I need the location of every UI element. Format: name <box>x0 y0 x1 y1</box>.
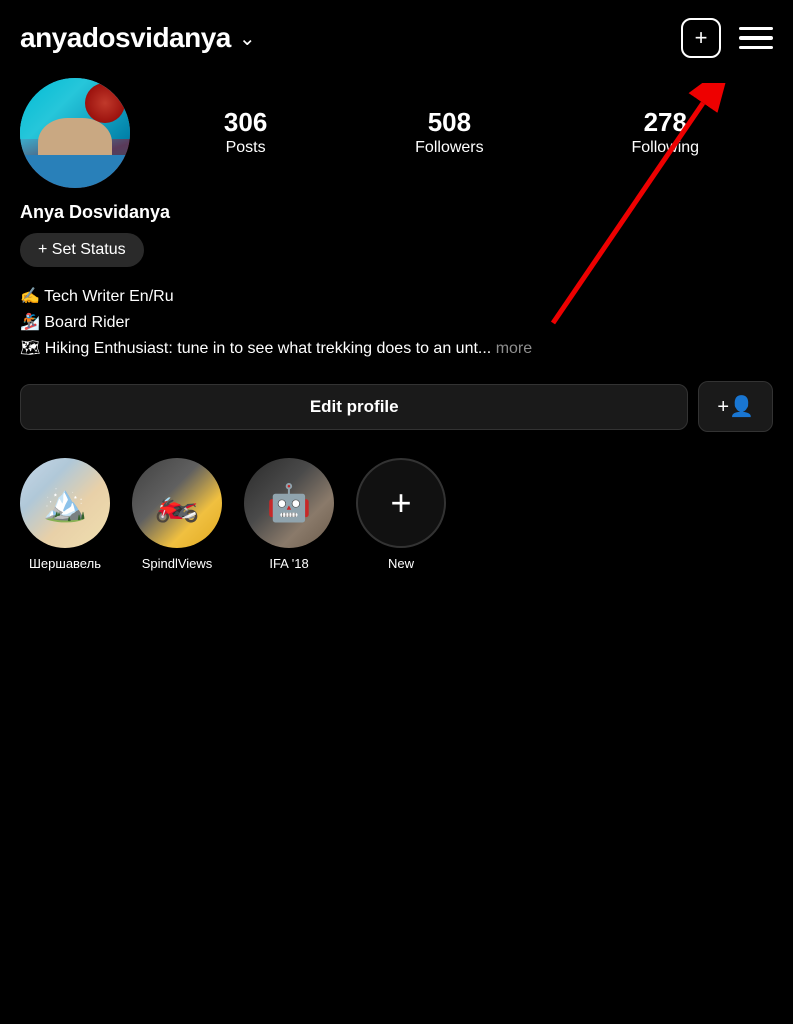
stats-container: 306 Posts 508 Followers 278 Following <box>150 109 773 157</box>
highlight-new[interactable]: + New <box>356 458 446 571</box>
add-post-icon[interactable]: + <box>681 18 721 58</box>
highlights-section: Шершавель SpindlViews IFA '18 + New <box>0 448 793 581</box>
highlight-label-shershavel: Шершавель <box>29 556 101 571</box>
highlight-circle-spindl <box>132 458 222 548</box>
bio-section: ✍️ Tech Writer En/Ru 🏂 Board Rider 🗺 Hik… <box>0 273 793 361</box>
posts-count: 306 <box>224 109 267 135</box>
bio-line-2: 🏂 Board Rider <box>20 311 773 335</box>
highlight-label-ifa: IFA '18 <box>269 556 308 571</box>
followers-stat[interactable]: 508 Followers <box>415 109 483 157</box>
followers-count: 508 <box>428 109 471 135</box>
highlight-ifa[interactable]: IFA '18 <box>244 458 334 571</box>
highlight-shershavel[interactable]: Шершавель <box>20 458 110 571</box>
header: anyadosvidanya ⌄ + <box>0 0 793 68</box>
username[interactable]: anyadosvidanya <box>20 22 231 54</box>
add-person-button[interactable]: +👤 <box>698 381 773 432</box>
highlight-circle-ifa <box>244 458 334 548</box>
avatar[interactable] <box>20 78 130 188</box>
header-icons: + <box>681 18 773 58</box>
bio-more-link[interactable]: more <box>496 340 532 357</box>
edit-profile-button[interactable]: Edit profile <box>20 384 688 430</box>
posts-stat[interactable]: 306 Posts <box>224 109 267 157</box>
following-count: 278 <box>644 109 687 135</box>
bio-line-1: ✍️ Tech Writer En/Ru <box>20 285 773 309</box>
chevron-down-icon[interactable]: ⌄ <box>239 26 256 51</box>
header-left: anyadosvidanya ⌄ <box>20 22 256 54</box>
highlight-label-spindl: SpindlViews <box>142 556 213 571</box>
bio-line-3: 🗺 Hiking Enthusiast: tune in to see what… <box>20 337 773 361</box>
profile-section: 306 Posts 508 Followers 278 Following <box>0 68 793 202</box>
set-status-button[interactable]: + Set Status <box>20 233 144 267</box>
name-section: Anya Dosvidanya + Set Status <box>0 202 793 273</box>
following-stat[interactable]: 278 Following <box>631 109 699 157</box>
posts-label: Posts <box>226 139 266 157</box>
add-person-icon: +👤 <box>717 394 754 419</box>
followers-label: Followers <box>415 139 483 157</box>
menu-icon[interactable] <box>739 27 773 50</box>
following-label: Following <box>631 139 699 157</box>
highlight-label-new: New <box>388 556 414 571</box>
highlight-new-circle: + <box>356 458 446 548</box>
action-buttons: Edit profile +👤 <box>0 363 793 448</box>
highlight-circle-shershavel <box>20 458 110 548</box>
highlight-spindl[interactable]: SpindlViews <box>132 458 222 571</box>
display-name: Anya Dosvidanya <box>20 202 773 223</box>
